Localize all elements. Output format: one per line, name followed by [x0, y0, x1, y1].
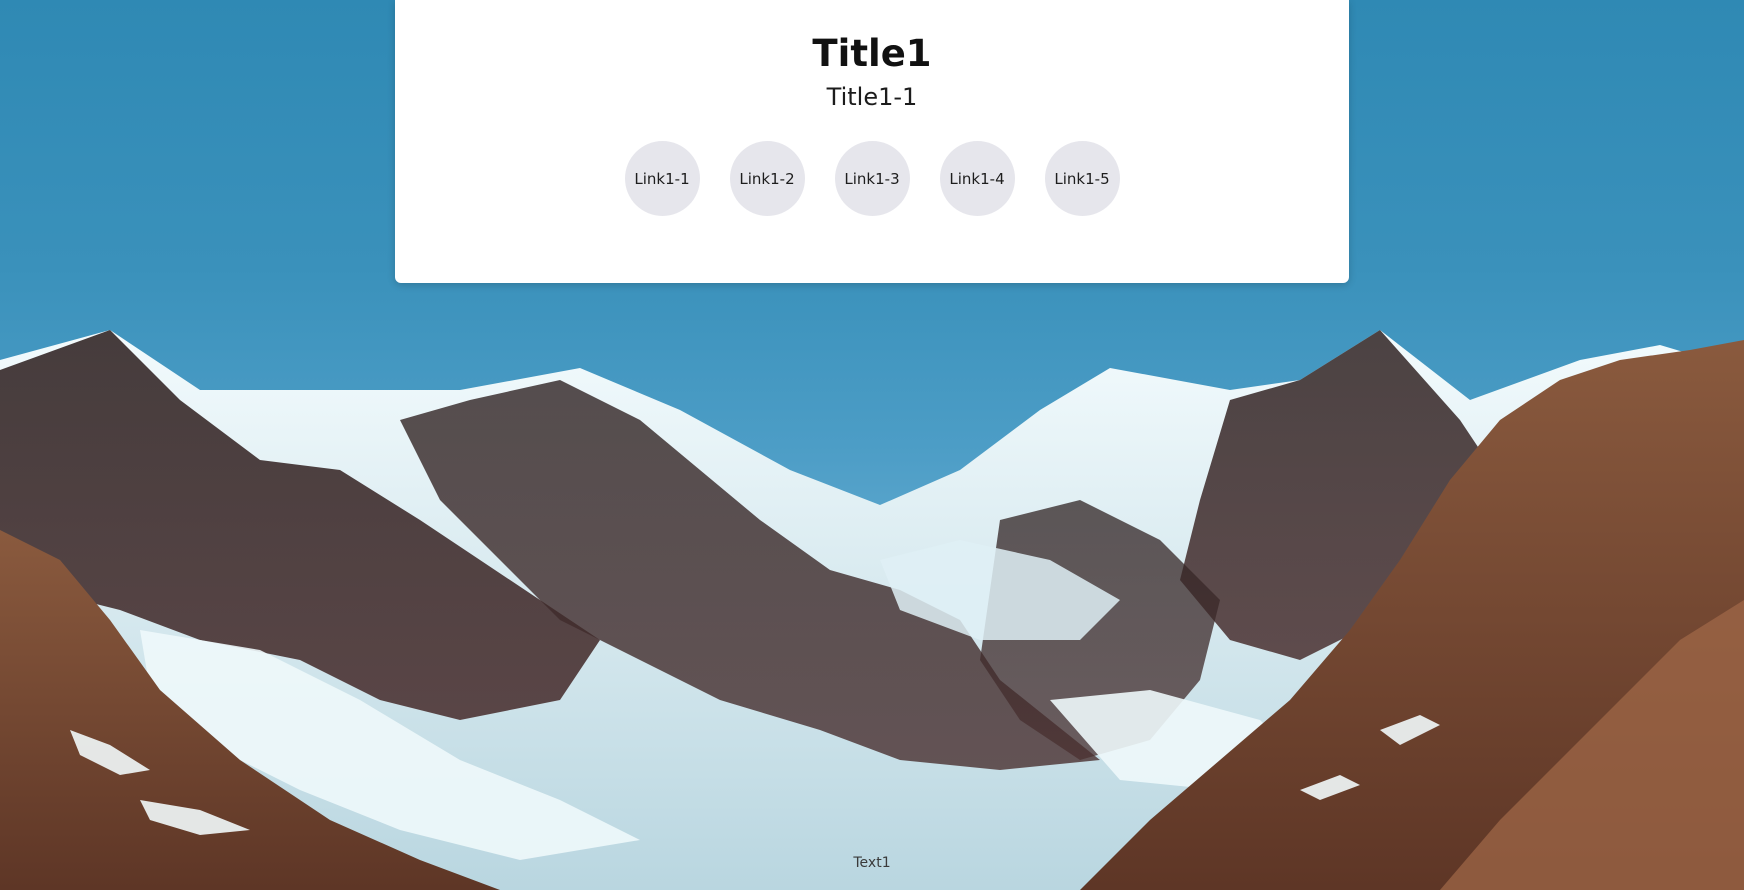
- page-subtitle: Title1-1: [826, 83, 918, 111]
- link-1-4[interactable]: Link1-4: [939, 141, 1015, 216]
- page: Title1 Title1-1 Link1-1 Link1-2 Link1-3 …: [0, 0, 1744, 890]
- link-1-1[interactable]: Link1-1: [624, 141, 700, 216]
- header-card: Title1 Title1-1 Link1-1 Link1-2 Link1-3 …: [395, 0, 1349, 283]
- link-list: Link1-1 Link1-2 Link1-3 Link1-4 Link1-5: [395, 141, 1349, 216]
- link-1-5[interactable]: Link1-5: [1044, 141, 1120, 216]
- link-1-3[interactable]: Link1-3: [834, 141, 910, 216]
- footer-text: Text1: [853, 855, 891, 871]
- link-1-2[interactable]: Link1-2: [729, 141, 805, 216]
- page-title: Title1: [812, 32, 932, 75]
